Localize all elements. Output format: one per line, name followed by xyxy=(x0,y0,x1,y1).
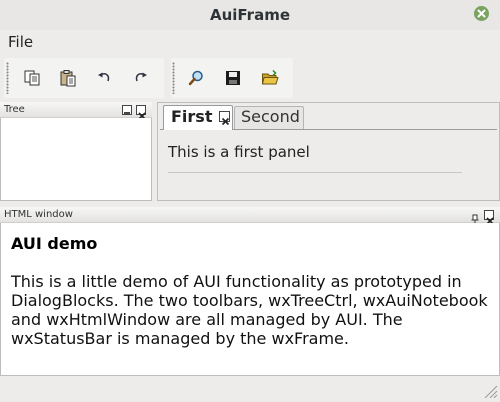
close-icon xyxy=(221,117,230,126)
undo-button[interactable] xyxy=(93,67,115,89)
resize-grip-icon xyxy=(484,385,498,399)
panel-separator xyxy=(168,172,462,173)
tree-pane-close-button[interactable] xyxy=(136,105,146,120)
open-button[interactable] xyxy=(259,67,281,89)
tab-second-label: Second xyxy=(241,107,300,126)
tab-first-label: First xyxy=(171,107,213,126)
paste-icon xyxy=(60,70,76,87)
window-title: AuiFrame xyxy=(209,6,291,24)
status-bar xyxy=(0,377,500,400)
copy-button[interactable] xyxy=(21,67,43,89)
find-button[interactable] xyxy=(185,67,207,89)
menu-file[interactable]: File xyxy=(8,33,33,51)
resize-grip[interactable] xyxy=(478,380,498,399)
copy-icon xyxy=(24,70,40,86)
save-icon xyxy=(226,71,240,85)
toolbar-grip-2[interactable] xyxy=(172,62,175,94)
tree-pane-restore-button[interactable] xyxy=(122,105,132,115)
window-close-button[interactable] xyxy=(474,6,489,21)
save-button[interactable] xyxy=(222,67,244,89)
paste-button[interactable] xyxy=(57,67,79,89)
html-pane-caption[interactable] xyxy=(0,207,500,223)
menu-bar xyxy=(0,30,500,56)
html-pane-pin-button[interactable] xyxy=(470,210,480,225)
close-icon xyxy=(477,9,486,18)
undo-icon xyxy=(98,72,110,82)
redo-icon xyxy=(135,72,147,82)
find-icon xyxy=(188,70,203,86)
tree-control[interactable] xyxy=(0,118,152,201)
html-pane-close-button[interactable] xyxy=(484,210,494,225)
html-pane-title: HTML window xyxy=(4,209,73,220)
panel-text: This is a first panel xyxy=(168,143,310,161)
html-paragraph: This is a little demo of AUI functionali… xyxy=(11,272,488,348)
toolbar-grip-1[interactable] xyxy=(6,62,9,94)
html-heading: AUI demo xyxy=(11,234,98,253)
tree-pane-title: Tree xyxy=(4,104,25,115)
open-folder-icon xyxy=(261,69,279,85)
redo-button[interactable] xyxy=(130,67,152,89)
tab-first-close-button[interactable] xyxy=(219,111,230,126)
